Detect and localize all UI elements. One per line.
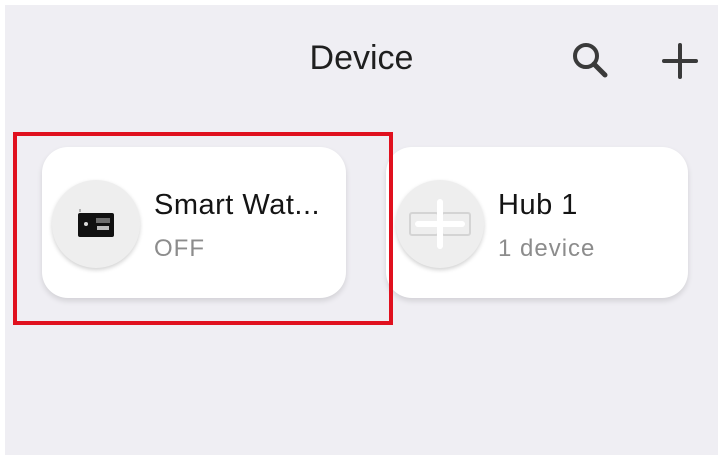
search-icon xyxy=(573,43,608,78)
smart-water-heater-icon xyxy=(78,209,114,237)
device-card-smart-water-heater[interactable]: Smart Wat... OFF xyxy=(42,147,346,298)
add-device-button[interactable] xyxy=(655,36,705,86)
device-count: 1 device xyxy=(498,235,596,262)
device-name: Smart Wat... xyxy=(154,189,321,221)
hub-plus-icon xyxy=(409,199,471,249)
plus-icon xyxy=(662,43,698,79)
device-screen: Device Smart Wat... OFF Hub 1 1 device xyxy=(5,5,718,455)
device-card-hub[interactable]: Hub 1 1 device xyxy=(386,147,688,298)
device-avatar xyxy=(52,180,140,268)
search-button[interactable] xyxy=(565,36,615,86)
device-status: OFF xyxy=(154,235,205,262)
device-name: Hub 1 xyxy=(498,189,578,221)
hub-avatar xyxy=(396,180,484,268)
